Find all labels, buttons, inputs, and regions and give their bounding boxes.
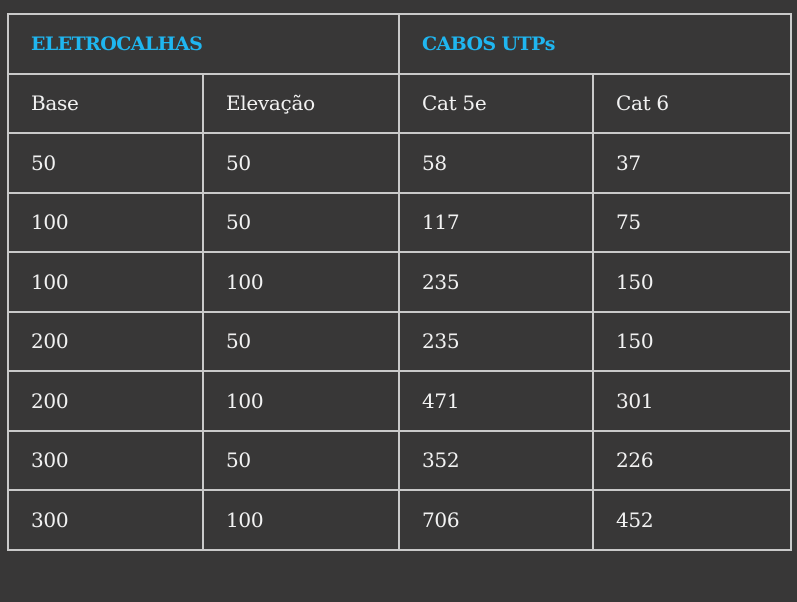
group-header-cabos-utps: CABOS UTPs: [397, 13, 793, 75]
cell-cat6: 452: [591, 489, 793, 551]
column-header-base: Base: [7, 72, 204, 134]
cell-cat5e: 117: [398, 191, 594, 253]
cell-cat6: 150: [591, 310, 793, 372]
cell-elevacao: 100: [202, 489, 400, 551]
group-header-eletrocalhas: ELETROCALHAS: [7, 13, 400, 75]
cell-elevacao: 100: [202, 251, 400, 313]
table-row: 200 50 235 150: [7, 310, 793, 372]
cell-base: 100: [7, 191, 204, 253]
cell-cat5e: 58: [398, 132, 594, 194]
cell-cat6: 301: [591, 370, 793, 432]
cell-elevacao: 100: [202, 370, 400, 432]
cell-cat6: 37: [591, 132, 793, 194]
column-header-cat6: Cat 6: [591, 72, 793, 134]
cell-cat5e: 235: [398, 251, 594, 313]
column-header-cat5e: Cat 5e: [398, 72, 594, 134]
cell-elevacao: 50: [202, 429, 400, 491]
cell-elevacao: 50: [202, 132, 400, 194]
table-row: 200 100 471 301: [7, 370, 793, 432]
cell-elevacao: 50: [202, 191, 400, 253]
table-row: 100 50 117 75: [7, 191, 793, 253]
group-header-row: ELETROCALHAS CABOS UTPs: [7, 13, 793, 75]
cell-base: 100: [7, 251, 204, 313]
column-header-row: Base Elevação Cat 5e Cat 6: [7, 72, 793, 134]
table-row: 50 50 58 37: [7, 132, 793, 194]
column-header-elevacao: Elevação: [202, 72, 400, 134]
table-row: 300 100 706 452: [7, 489, 793, 551]
cell-base: 50: [7, 132, 204, 194]
cell-base: 300: [7, 429, 204, 491]
cell-cat6: 150: [591, 251, 793, 313]
cell-cat5e: 352: [398, 429, 594, 491]
cell-elevacao: 50: [202, 310, 400, 372]
cable-capacity-table-container: ELETROCALHAS CABOS UTPs Base Elevação Ca…: [7, 13, 793, 551]
cell-cat5e: 235: [398, 310, 594, 372]
table-row: 100 100 235 150: [7, 251, 793, 313]
cell-cat6: 226: [591, 429, 793, 491]
cell-base: 200: [7, 310, 204, 372]
cable-capacity-table: ELETROCALHAS CABOS UTPs Base Elevação Ca…: [7, 13, 793, 551]
cell-cat5e: 471: [398, 370, 594, 432]
cell-base: 300: [7, 489, 204, 551]
table-row: 300 50 352 226: [7, 429, 793, 491]
cell-base: 200: [7, 370, 204, 432]
cell-cat6: 75: [591, 191, 793, 253]
cell-cat5e: 706: [398, 489, 594, 551]
